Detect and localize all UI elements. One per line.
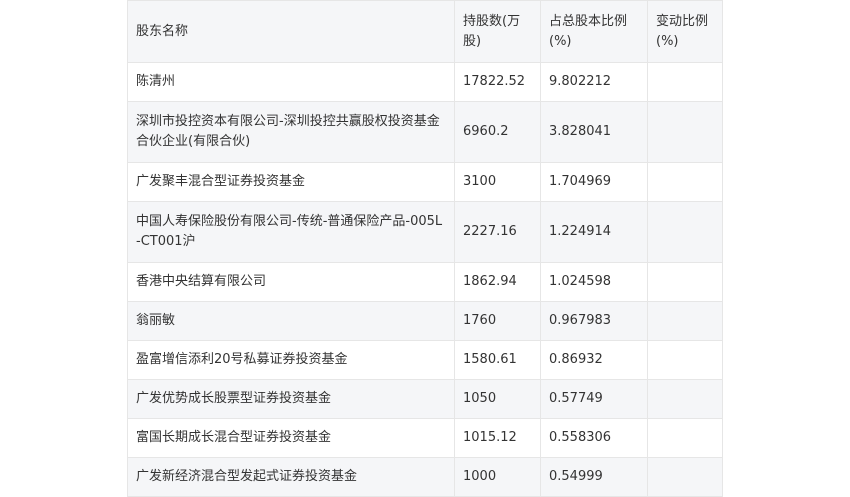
table-row: 盈富增信添利20号私募证券投资基金 1580.61 0.86932 xyxy=(127,340,723,380)
shareholder-table: 股东名称 持股数(万股) 占总股本比例(%) 变动比例(%) 陈清州 17822… xyxy=(127,0,723,497)
cell-change xyxy=(647,201,723,263)
table-row: 广发新经济混合型发起式证券投资基金 1000 0.54999 xyxy=(127,457,723,497)
cell-ratio: 1.224914 xyxy=(540,201,648,263)
cell-change xyxy=(647,457,723,497)
cell-shares: 1580.61 xyxy=(454,340,541,380)
header-shareholder-name: 股东名称 xyxy=(127,0,455,63)
cell-shares: 1760 xyxy=(454,301,541,341)
cell-ratio: 0.86932 xyxy=(540,340,648,380)
cell-shareholder-name: 深圳市投控资本有限公司-深圳投控共赢股权投资基金合伙企业(有限合伙) xyxy=(127,101,455,163)
cell-ratio: 0.57749 xyxy=(540,379,648,419)
cell-shareholder-name: 香港中央结算有限公司 xyxy=(127,262,455,302)
cell-change xyxy=(647,301,723,341)
table-row: 中国人寿保险股份有限公司-传统-普通保险产品-005L-CT001沪 2227.… xyxy=(127,201,723,263)
cell-shares: 1050 xyxy=(454,379,541,419)
table-row: 富国长期成长混合型证券投资基金 1015.12 0.558306 xyxy=(127,418,723,458)
cell-shares: 1862.94 xyxy=(454,262,541,302)
cell-shares: 1000 xyxy=(454,457,541,497)
cell-shareholder-name: 广发聚丰混合型证券投资基金 xyxy=(127,162,455,202)
cell-ratio: 0.54999 xyxy=(540,457,648,497)
cell-change xyxy=(647,418,723,458)
cell-change xyxy=(647,340,723,380)
cell-shareholder-name: 广发优势成长股票型证券投资基金 xyxy=(127,379,455,419)
cell-change xyxy=(647,162,723,202)
header-shares: 持股数(万股) xyxy=(454,0,541,63)
cell-shares: 17822.52 xyxy=(454,62,541,102)
cell-ratio: 3.828041 xyxy=(540,101,648,163)
cell-ratio: 1.704969 xyxy=(540,162,648,202)
cell-shareholder-name: 陈清州 xyxy=(127,62,455,102)
cell-ratio: 0.558306 xyxy=(540,418,648,458)
table-header-row: 股东名称 持股数(万股) 占总股本比例(%) 变动比例(%) xyxy=(127,0,723,63)
cell-change xyxy=(647,101,723,163)
table-row: 香港中央结算有限公司 1862.94 1.024598 xyxy=(127,262,723,302)
cell-shares: 2227.16 xyxy=(454,201,541,263)
cell-ratio: 0.967983 xyxy=(540,301,648,341)
table-row: 翁丽敏 1760 0.967983 xyxy=(127,301,723,341)
cell-change xyxy=(647,62,723,102)
header-change: 变动比例(%) xyxy=(647,0,723,63)
cell-shareholder-name: 中国人寿保险股份有限公司-传统-普通保险产品-005L-CT001沪 xyxy=(127,201,455,263)
cell-shares: 6960.2 xyxy=(454,101,541,163)
cell-shares: 1015.12 xyxy=(454,418,541,458)
cell-change xyxy=(647,262,723,302)
table-row: 广发聚丰混合型证券投资基金 3100 1.704969 xyxy=(127,162,723,202)
cell-shareholder-name: 广发新经济混合型发起式证券投资基金 xyxy=(127,457,455,497)
shareholder-table-container: 股东名称 持股数(万股) 占总股本比例(%) 变动比例(%) 陈清州 17822… xyxy=(127,0,723,497)
cell-change xyxy=(647,379,723,419)
table-row: 深圳市投控资本有限公司-深圳投控共赢股权投资基金合伙企业(有限合伙) 6960.… xyxy=(127,101,723,163)
table-row: 广发优势成长股票型证券投资基金 1050 0.57749 xyxy=(127,379,723,419)
cell-shareholder-name: 盈富增信添利20号私募证券投资基金 xyxy=(127,340,455,380)
cell-shareholder-name: 翁丽敏 xyxy=(127,301,455,341)
header-ratio: 占总股本比例(%) xyxy=(540,0,648,63)
table-row: 陈清州 17822.52 9.802212 xyxy=(127,62,723,102)
cell-ratio: 9.802212 xyxy=(540,62,648,102)
cell-shares: 3100 xyxy=(454,162,541,202)
cell-ratio: 1.024598 xyxy=(540,262,648,302)
cell-shareholder-name: 富国长期成长混合型证券投资基金 xyxy=(127,418,455,458)
